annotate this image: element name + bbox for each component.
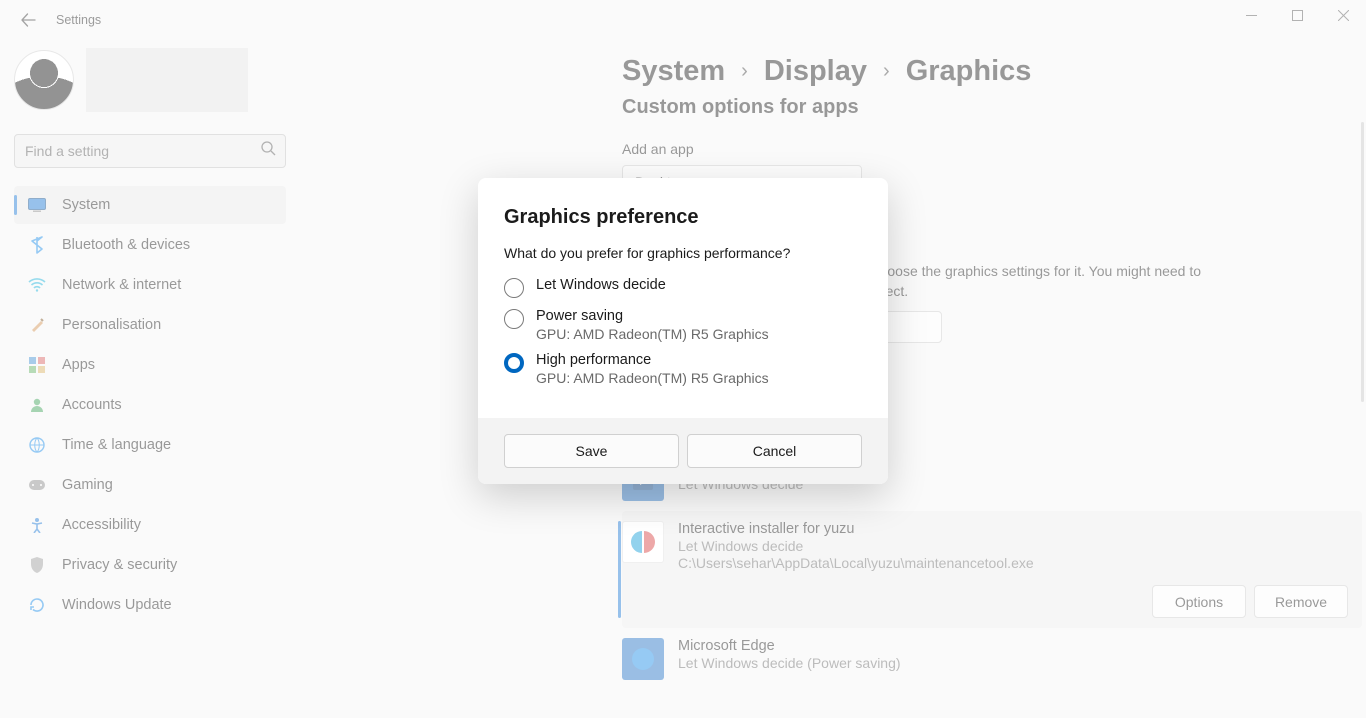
cancel-button-label: Cancel bbox=[753, 443, 797, 459]
nav-network[interactable]: Network & internet bbox=[14, 266, 286, 304]
dialog-title: Graphics preference bbox=[504, 206, 862, 229]
nav-label: Apps bbox=[62, 357, 95, 373]
graphics-preference-dialog: Graphics preference What do you prefer f… bbox=[478, 178, 888, 484]
nav-time-language[interactable]: Time & language bbox=[14, 426, 286, 464]
cancel-button[interactable]: Cancel bbox=[687, 434, 862, 468]
nav-windows-update[interactable]: Windows Update bbox=[14, 586, 286, 624]
nav-personalisation[interactable]: Personalisation bbox=[14, 306, 286, 344]
app-title: Settings bbox=[56, 13, 101, 27]
options-button-label: Options bbox=[1175, 594, 1223, 610]
radio-high-performance[interactable]: High performance GPU: AMD Radeon(TM) R5 … bbox=[504, 352, 862, 386]
dialog-footer: Save Cancel bbox=[478, 418, 888, 484]
save-button[interactable]: Save bbox=[504, 434, 679, 468]
nav-label: Time & language bbox=[62, 437, 171, 453]
nav-label: Network & internet bbox=[62, 277, 181, 293]
globe-icon bbox=[28, 436, 46, 454]
radio-icon-checked bbox=[504, 353, 524, 373]
breadcrumb-system[interactable]: System bbox=[622, 55, 725, 88]
save-button-label: Save bbox=[576, 443, 608, 459]
nav-label: Accounts bbox=[62, 397, 122, 413]
nav-label: Gaming bbox=[62, 477, 113, 493]
radio-icon bbox=[504, 309, 524, 329]
chevron-right-icon: › bbox=[883, 60, 890, 83]
radio-power-saving[interactable]: Power saving GPU: AMD Radeon(TM) R5 Grap… bbox=[504, 308, 862, 342]
nav-label: Windows Update bbox=[62, 597, 172, 613]
apps-icon bbox=[28, 356, 46, 374]
app-actions: Options Remove bbox=[622, 585, 1348, 618]
nav-accessibility[interactable]: Accessibility bbox=[14, 506, 286, 544]
nav-gaming[interactable]: Gaming bbox=[14, 466, 286, 504]
breadcrumb-display[interactable]: Display bbox=[764, 55, 867, 88]
accessibility-icon bbox=[28, 516, 46, 534]
app-name: Interactive installer for yuzu bbox=[678, 521, 1034, 537]
breadcrumb-graphics: Graphics bbox=[906, 55, 1032, 88]
nav-apps[interactable]: Apps bbox=[14, 346, 286, 384]
app-row-edge[interactable]: Microsoft Edge Let Windows decide (Power… bbox=[622, 628, 1362, 690]
dialog-question: What do you prefer for graphics performa… bbox=[504, 245, 862, 261]
back-button[interactable] bbox=[18, 10, 38, 30]
add-app-label: Add an app bbox=[622, 141, 1362, 157]
remove-button-label: Remove bbox=[1275, 594, 1327, 610]
shield-icon bbox=[28, 556, 46, 574]
nav-label: System bbox=[62, 197, 110, 213]
breadcrumb: System › Display › Graphics bbox=[622, 55, 1362, 88]
nav-label: Accessibility bbox=[62, 517, 141, 533]
app-row-yuzu[interactable]: Interactive installer for yuzu Let Windo… bbox=[622, 511, 1362, 628]
app-name: Microsoft Edge bbox=[678, 638, 901, 654]
nav-bluetooth[interactable]: Bluetooth & devices bbox=[14, 226, 286, 264]
sidebar-search-input[interactable] bbox=[14, 134, 286, 168]
app-path: C:\Users\sehar\AppData\Local\yuzu\mainte… bbox=[678, 555, 1034, 571]
radio-label: Power saving bbox=[536, 308, 769, 324]
profile-area[interactable] bbox=[14, 48, 286, 112]
radio-label: High performance bbox=[536, 352, 769, 368]
nav-label: Bluetooth & devices bbox=[62, 237, 190, 253]
wifi-icon bbox=[28, 276, 46, 294]
brush-icon bbox=[28, 316, 46, 334]
settings-window: Settings System Bluetooth & devices bbox=[0, 0, 1366, 718]
edge-app-icon bbox=[622, 638, 664, 680]
nav-privacy[interactable]: Privacy & security bbox=[14, 546, 286, 584]
nav-system[interactable]: System bbox=[14, 186, 286, 224]
nav-label: Privacy & security bbox=[62, 557, 177, 573]
chevron-right-icon: › bbox=[741, 60, 748, 83]
back-arrow-icon bbox=[20, 12, 36, 28]
nav: System Bluetooth & devices Network & int… bbox=[14, 186, 286, 624]
nav-label: Personalisation bbox=[62, 317, 161, 333]
app-sub: Let Windows decide (Power saving) bbox=[678, 655, 901, 671]
radio-icon bbox=[504, 278, 524, 298]
update-icon bbox=[28, 596, 46, 614]
bluetooth-icon bbox=[28, 236, 46, 254]
nav-accounts[interactable]: Accounts bbox=[14, 386, 286, 424]
yuzu-app-icon bbox=[622, 521, 664, 563]
radio-sub: GPU: AMD Radeon(TM) R5 Graphics bbox=[536, 370, 769, 386]
profile-name-redacted bbox=[86, 48, 248, 112]
avatar bbox=[14, 50, 74, 110]
radio-let-windows-decide[interactable]: Let Windows decide bbox=[504, 277, 862, 298]
person-icon bbox=[28, 396, 46, 414]
remove-button[interactable]: Remove bbox=[1254, 585, 1348, 618]
radio-label: Let Windows decide bbox=[536, 277, 666, 293]
sidebar: System Bluetooth & devices Network & int… bbox=[14, 48, 286, 624]
page-subtitle: Custom options for apps bbox=[622, 96, 1362, 119]
scrollbar[interactable] bbox=[1361, 122, 1364, 402]
gamepad-icon bbox=[28, 476, 46, 494]
radio-sub: GPU: AMD Radeon(TM) R5 Graphics bbox=[536, 326, 769, 342]
app-sub: Let Windows decide bbox=[678, 538, 1034, 554]
search-icon bbox=[261, 141, 276, 161]
sidebar-search bbox=[14, 134, 286, 168]
system-icon bbox=[28, 196, 46, 214]
options-button[interactable]: Options bbox=[1152, 585, 1246, 618]
